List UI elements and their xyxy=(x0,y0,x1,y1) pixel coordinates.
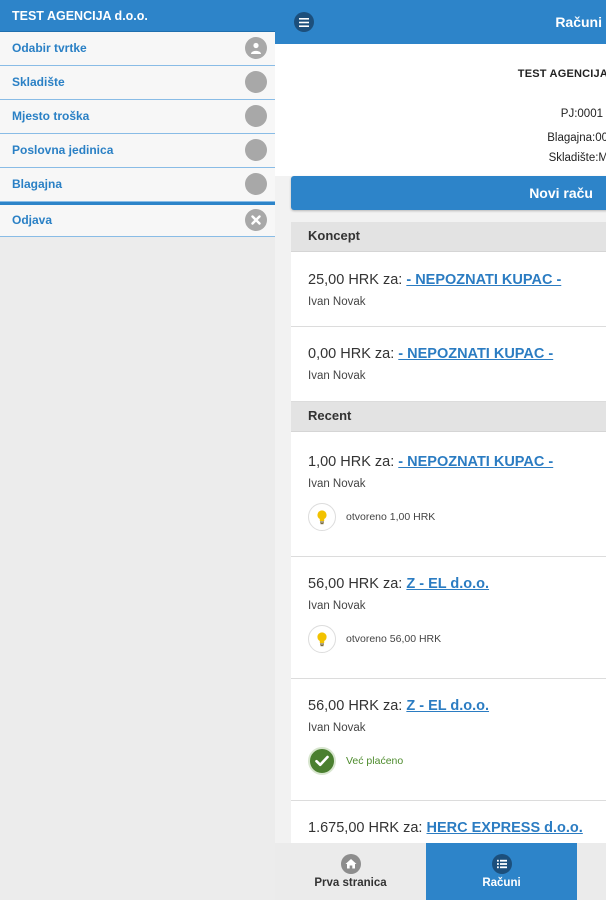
invoice-status: Već plaćeno xyxy=(346,755,404,767)
check-icon xyxy=(308,747,336,775)
circle-icon xyxy=(245,139,267,161)
invoice-amount: 56,00 HRK za: xyxy=(308,576,403,592)
invoice-status: otvoreno 56,00 HRK xyxy=(346,633,442,645)
sidebar-item-odjava[interactable]: Odjava xyxy=(0,202,275,237)
sidebar-item-label: Poslovna jedinica xyxy=(12,143,114,157)
sidebar-item-label: Odjava xyxy=(12,213,53,227)
invoice-amount: 56,00 HRK za: xyxy=(308,698,403,714)
section-header-recent: Recent xyxy=(291,402,606,432)
company-info: TEST AGENCIJA PJ:0001 Blagajna:00 Skladi… xyxy=(275,44,606,176)
company-pj: PJ:0001 xyxy=(560,108,603,120)
circle-icon xyxy=(245,71,267,93)
invoice-user: Ivan Novak xyxy=(308,722,366,734)
bottom-nav: Prva stranica Računi xyxy=(275,843,606,900)
top-bar: Računi xyxy=(275,0,606,44)
sidebar-item-blagajna[interactable]: Blagajna xyxy=(0,168,275,202)
list-item[interactable]: 25,00 HRK za: - NEPOZNATI KUPAC - Ivan N… xyxy=(291,252,606,327)
invoice-list: Koncept 25,00 HRK za: - NEPOZNATI KUPAC … xyxy=(291,222,606,861)
sidebar-item-label: Odabir tvrtke xyxy=(12,41,87,55)
invoice-amount: 1.675,00 HRK za: xyxy=(308,820,423,836)
company-blagajna: Blagajna:00 xyxy=(547,132,606,144)
list-item[interactable]: 0,00 HRK za: - NEPOZNATI KUPAC - Ivan No… xyxy=(291,327,606,402)
circle-icon xyxy=(245,173,267,195)
invoice-customer-link[interactable]: Z - EL d.o.o. xyxy=(406,576,489,592)
sidebar-item-label: Blagajna xyxy=(12,177,63,191)
tab-label: Prva stranica xyxy=(314,877,387,889)
invoice-customer-link[interactable]: - NEPOZNATI KUPAC - xyxy=(398,454,553,470)
page-title: Računi xyxy=(555,14,602,30)
sidebar-item-mjesto-troska[interactable]: Mjesto troška xyxy=(0,100,275,134)
sidebar-item-odabir-tvrtke[interactable]: Odabir tvrtke xyxy=(0,32,275,66)
sidebar: TEST AGENCIJA d.o.o. Odabir tvrtke Sklad… xyxy=(0,0,275,900)
home-icon xyxy=(275,853,426,875)
sidebar-item-skladiste[interactable]: Skladište xyxy=(0,66,275,100)
invoice-customer-link[interactable]: HERC EXPRESS d.o.o. xyxy=(427,820,583,836)
invoice-user: Ivan Novak xyxy=(308,478,366,490)
tab-racuni[interactable]: Računi xyxy=(426,843,577,900)
list-item[interactable]: 56,00 HRK za: Z - EL d.o.o. Ivan Novak o… xyxy=(291,557,606,679)
sidebar-item-label: Mjesto troška xyxy=(12,109,90,123)
invoice-amount: 1,00 HRK za: xyxy=(308,454,395,470)
tab-prva-stranica[interactable]: Prva stranica xyxy=(275,843,426,900)
sidebar-item-poslovna-jedinica[interactable]: Poslovna jedinica xyxy=(0,134,275,168)
invoice-user: Ivan Novak xyxy=(308,370,366,382)
invoice-customer-link[interactable]: - NEPOZNATI KUPAC - xyxy=(406,272,561,288)
main-panel: Računi TEST AGENCIJA PJ:0001 Blagajna:00… xyxy=(275,0,606,900)
close-icon xyxy=(245,209,267,231)
invoice-customer-link[interactable]: Z - EL d.o.o. xyxy=(406,698,489,714)
lightbulb-icon xyxy=(308,625,336,653)
invoice-user: Ivan Novak xyxy=(308,600,366,612)
invoice-amount: 25,00 HRK za: xyxy=(308,272,403,288)
circle-icon xyxy=(245,105,267,127)
sidebar-title: TEST AGENCIJA d.o.o. xyxy=(0,0,275,32)
hamburger-icon[interactable] xyxy=(294,12,314,32)
company-name: TEST AGENCIJA xyxy=(517,68,606,80)
new-invoice-button[interactable]: Novi raču xyxy=(291,176,606,210)
invoice-amount: 0,00 HRK za: xyxy=(308,346,395,362)
lightbulb-icon xyxy=(308,503,336,531)
company-skladiste: Skladište:M xyxy=(548,152,606,164)
list-item[interactable]: 56,00 HRK za: Z - EL d.o.o. Ivan Novak V… xyxy=(291,679,606,801)
list-icon xyxy=(426,853,577,875)
invoice-status: otvoreno 1,00 HRK xyxy=(346,511,436,523)
tab-label: Računi xyxy=(482,877,521,889)
list-item[interactable]: 1,00 HRK za: - NEPOZNATI KUPAC - Ivan No… xyxy=(291,432,606,557)
invoice-user: Ivan Novak xyxy=(308,296,366,308)
section-header-koncept: Koncept xyxy=(291,222,606,252)
invoice-customer-link[interactable]: - NEPOZNATI KUPAC - xyxy=(398,346,553,362)
sidebar-item-label: Skladište xyxy=(12,75,65,89)
user-icon xyxy=(245,37,267,59)
